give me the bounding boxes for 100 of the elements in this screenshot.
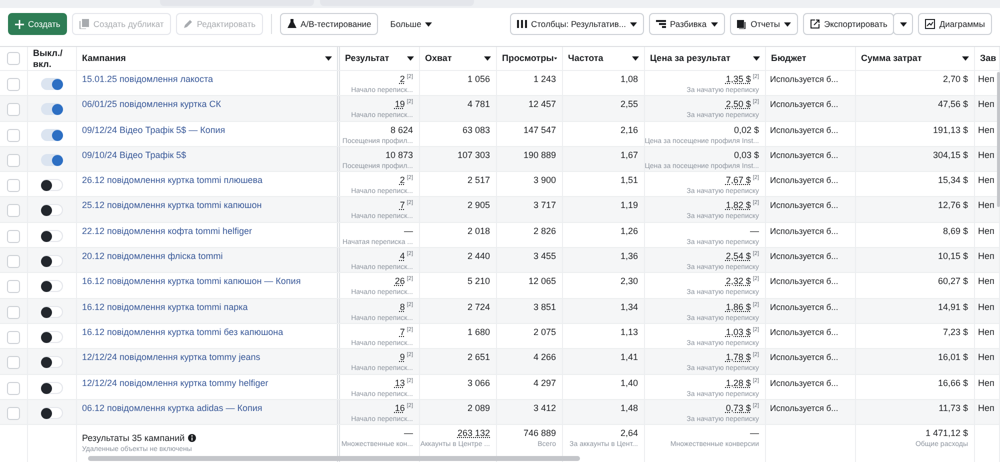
- campaign-link[interactable]: 22.12 повідомлення кофта tommi helfiger: [82, 226, 252, 236]
- toggle-switch[interactable]: [40, 382, 62, 394]
- toggle-switch[interactable]: [40, 103, 62, 116]
- result-value[interactable]: 1,82 $: [726, 200, 751, 210]
- result-value[interactable]: 2,54 $: [726, 251, 751, 262]
- campaign-link[interactable]: 16.12 повідомлення куртка tommi парка: [82, 302, 248, 312]
- cell-value: Неп: [978, 200, 994, 210]
- result-value[interactable]: 7: [400, 200, 405, 210]
- toggle-switch[interactable]: [40, 356, 62, 368]
- result-value[interactable]: 8: [400, 302, 405, 312]
- campaign-link[interactable]: 09/10/24 Відео Трафік 5$: [82, 150, 186, 160]
- toolbar-button[interactable]: Экспортировать: [802, 13, 894, 35]
- result-value[interactable]: 9: [400, 352, 405, 362]
- campaign-link[interactable]: 15.01.25 повідомлення лакоста: [82, 74, 214, 84]
- result-value[interactable]: 1,86 $: [726, 302, 751, 312]
- checkbox[interactable]: [6, 154, 20, 167]
- footnote-mark: [2]: [406, 175, 413, 182]
- campaign-link[interactable]: 12/12/24 повідомлення куртка tommy jeans: [82, 352, 260, 362]
- cell-value: Неп: [978, 124, 994, 135]
- result-value[interactable]: 2: [400, 74, 405, 84]
- result-value[interactable]: 16: [394, 402, 405, 413]
- toolbar-button[interactable]: Диаграммы: [918, 13, 992, 35]
- cell-value: 2 651: [467, 352, 490, 362]
- result-value[interactable]: 1,35 $: [726, 74, 751, 84]
- column-header[interactable]: Выкл./вкл.: [33, 48, 71, 70]
- result-value[interactable]: 1,78 $: [726, 352, 751, 362]
- cell-value: 16,66 $: [938, 378, 968, 388]
- cell-value: 0,02 $: [734, 124, 759, 135]
- create-button[interactable]: Создать: [8, 13, 68, 35]
- column-header[interactable]: Просмотры: [502, 53, 554, 64]
- checkbox[interactable]: [6, 330, 20, 344]
- footnote-mark: [2]: [406, 99, 413, 106]
- cell-value: Используется б...: [770, 99, 838, 110]
- result-value[interactable]: 2,50 $: [726, 99, 751, 110]
- toggle-switch[interactable]: [40, 330, 62, 343]
- checkbox[interactable]: [6, 103, 20, 116]
- checkbox[interactable]: [6, 406, 20, 420]
- toolbar-button[interactable]: Отчеты: [730, 13, 798, 35]
- checkbox[interactable]: [6, 204, 20, 218]
- result-value[interactable]: 2: [400, 175, 405, 186]
- checkbox[interactable]: [6, 78, 20, 91]
- result-value[interactable]: 0,73 $: [726, 402, 751, 413]
- checkbox[interactable]: [6, 179, 20, 192]
- campaign-link[interactable]: 06/01/25 повідомлення куртка СК: [82, 99, 221, 110]
- result-value[interactable]: 1,28 $: [726, 378, 751, 388]
- result-value[interactable]: 7,67 $: [726, 175, 751, 186]
- result-value[interactable]: 4: [400, 251, 405, 262]
- campaign-link[interactable]: 16.12 повідомлення куртка tommi капюшон — Копия: [82, 276, 301, 286]
- result-value[interactable]: 7: [400, 326, 405, 337]
- cell-value: Используется б...: [770, 352, 838, 362]
- checkbox[interactable]: [7, 52, 20, 65]
- vertical-scrollbar[interactable]: [997, 72, 1000, 207]
- toggle-switch[interactable]: [40, 280, 62, 292]
- campaign-link[interactable]: 16.12 повідомлення куртка tommi без капюшона: [82, 326, 284, 337]
- result-value[interactable]: 263 132: [457, 428, 490, 438]
- toggle-switch[interactable]: [40, 255, 62, 268]
- column-header[interactable]: Результат: [345, 53, 390, 64]
- cell-value: 2 018: [467, 226, 490, 236]
- horizontal-scrollbar[interactable]: [88, 456, 580, 461]
- export-menu-button[interactable]: [893, 13, 914, 35]
- result-value[interactable]: 2,32 $: [726, 276, 751, 286]
- checkbox[interactable]: [6, 306, 20, 319]
- column-header[interactable]: Бюджет: [771, 53, 806, 64]
- campaign-link[interactable]: 20.12 повідомлення фліска tommi: [82, 251, 223, 262]
- checkbox[interactable]: [6, 230, 20, 243]
- cell-value: Неп: [978, 150, 994, 160]
- checkbox[interactable]: [6, 382, 20, 395]
- toggle-switch[interactable]: [40, 406, 62, 419]
- column-header[interactable]: Цена за результат: [650, 53, 730, 64]
- toolbar-button[interactable]: Разбивка: [648, 13, 725, 35]
- column-header[interactable]: Зав: [980, 53, 996, 64]
- checkbox[interactable]: [6, 280, 20, 294]
- campaign-link[interactable]: 12/12/24 повідомлення куртка tommy helfiger: [82, 378, 268, 388]
- campaign-link[interactable]: 26.12 повідомлення куртка tommi плюшева: [82, 175, 262, 186]
- checkbox[interactable]: [6, 356, 20, 370]
- cell-value: 4 266: [533, 352, 556, 362]
- cell-value: Используется б...: [770, 150, 838, 160]
- toggle-switch[interactable]: [40, 154, 62, 166]
- toggle-switch[interactable]: [40, 128, 62, 141]
- campaign-link[interactable]: 25.12 повідомлення куртка tommi капюшон: [82, 200, 262, 210]
- column-header[interactable]: Охват: [425, 53, 452, 64]
- toolbar-button[interactable]: Столбцы: Результатив...: [510, 13, 644, 35]
- checkbox[interactable]: [6, 255, 20, 268]
- toggle-switch[interactable]: [40, 230, 62, 242]
- cell-value: 4 781: [467, 99, 490, 110]
- toolbar-button[interactable]: A/B-тестирование: [280, 13, 378, 35]
- result-value[interactable]: 1,03 $: [726, 326, 751, 337]
- column-header[interactable]: Сумма затрат: [861, 53, 922, 64]
- toggle-switch[interactable]: [40, 179, 62, 192]
- result-value[interactable]: 19: [394, 99, 405, 110]
- column-header[interactable]: Кампания: [82, 53, 126, 64]
- checkbox[interactable]: [6, 128, 20, 142]
- result-value[interactable]: 13: [394, 378, 405, 388]
- campaign-link[interactable]: 09/12/24 Відео Трафік 5$ — Копия: [82, 124, 226, 135]
- result-value[interactable]: 26: [394, 276, 405, 286]
- toggle-switch[interactable]: [40, 204, 62, 216]
- campaign-link[interactable]: 06.12 повідомлення куртка adidas — Копия: [82, 402, 262, 413]
- toggle-switch[interactable]: [40, 78, 62, 90]
- toggle-switch[interactable]: [40, 306, 62, 318]
- column-header[interactable]: Частота: [568, 53, 604, 64]
